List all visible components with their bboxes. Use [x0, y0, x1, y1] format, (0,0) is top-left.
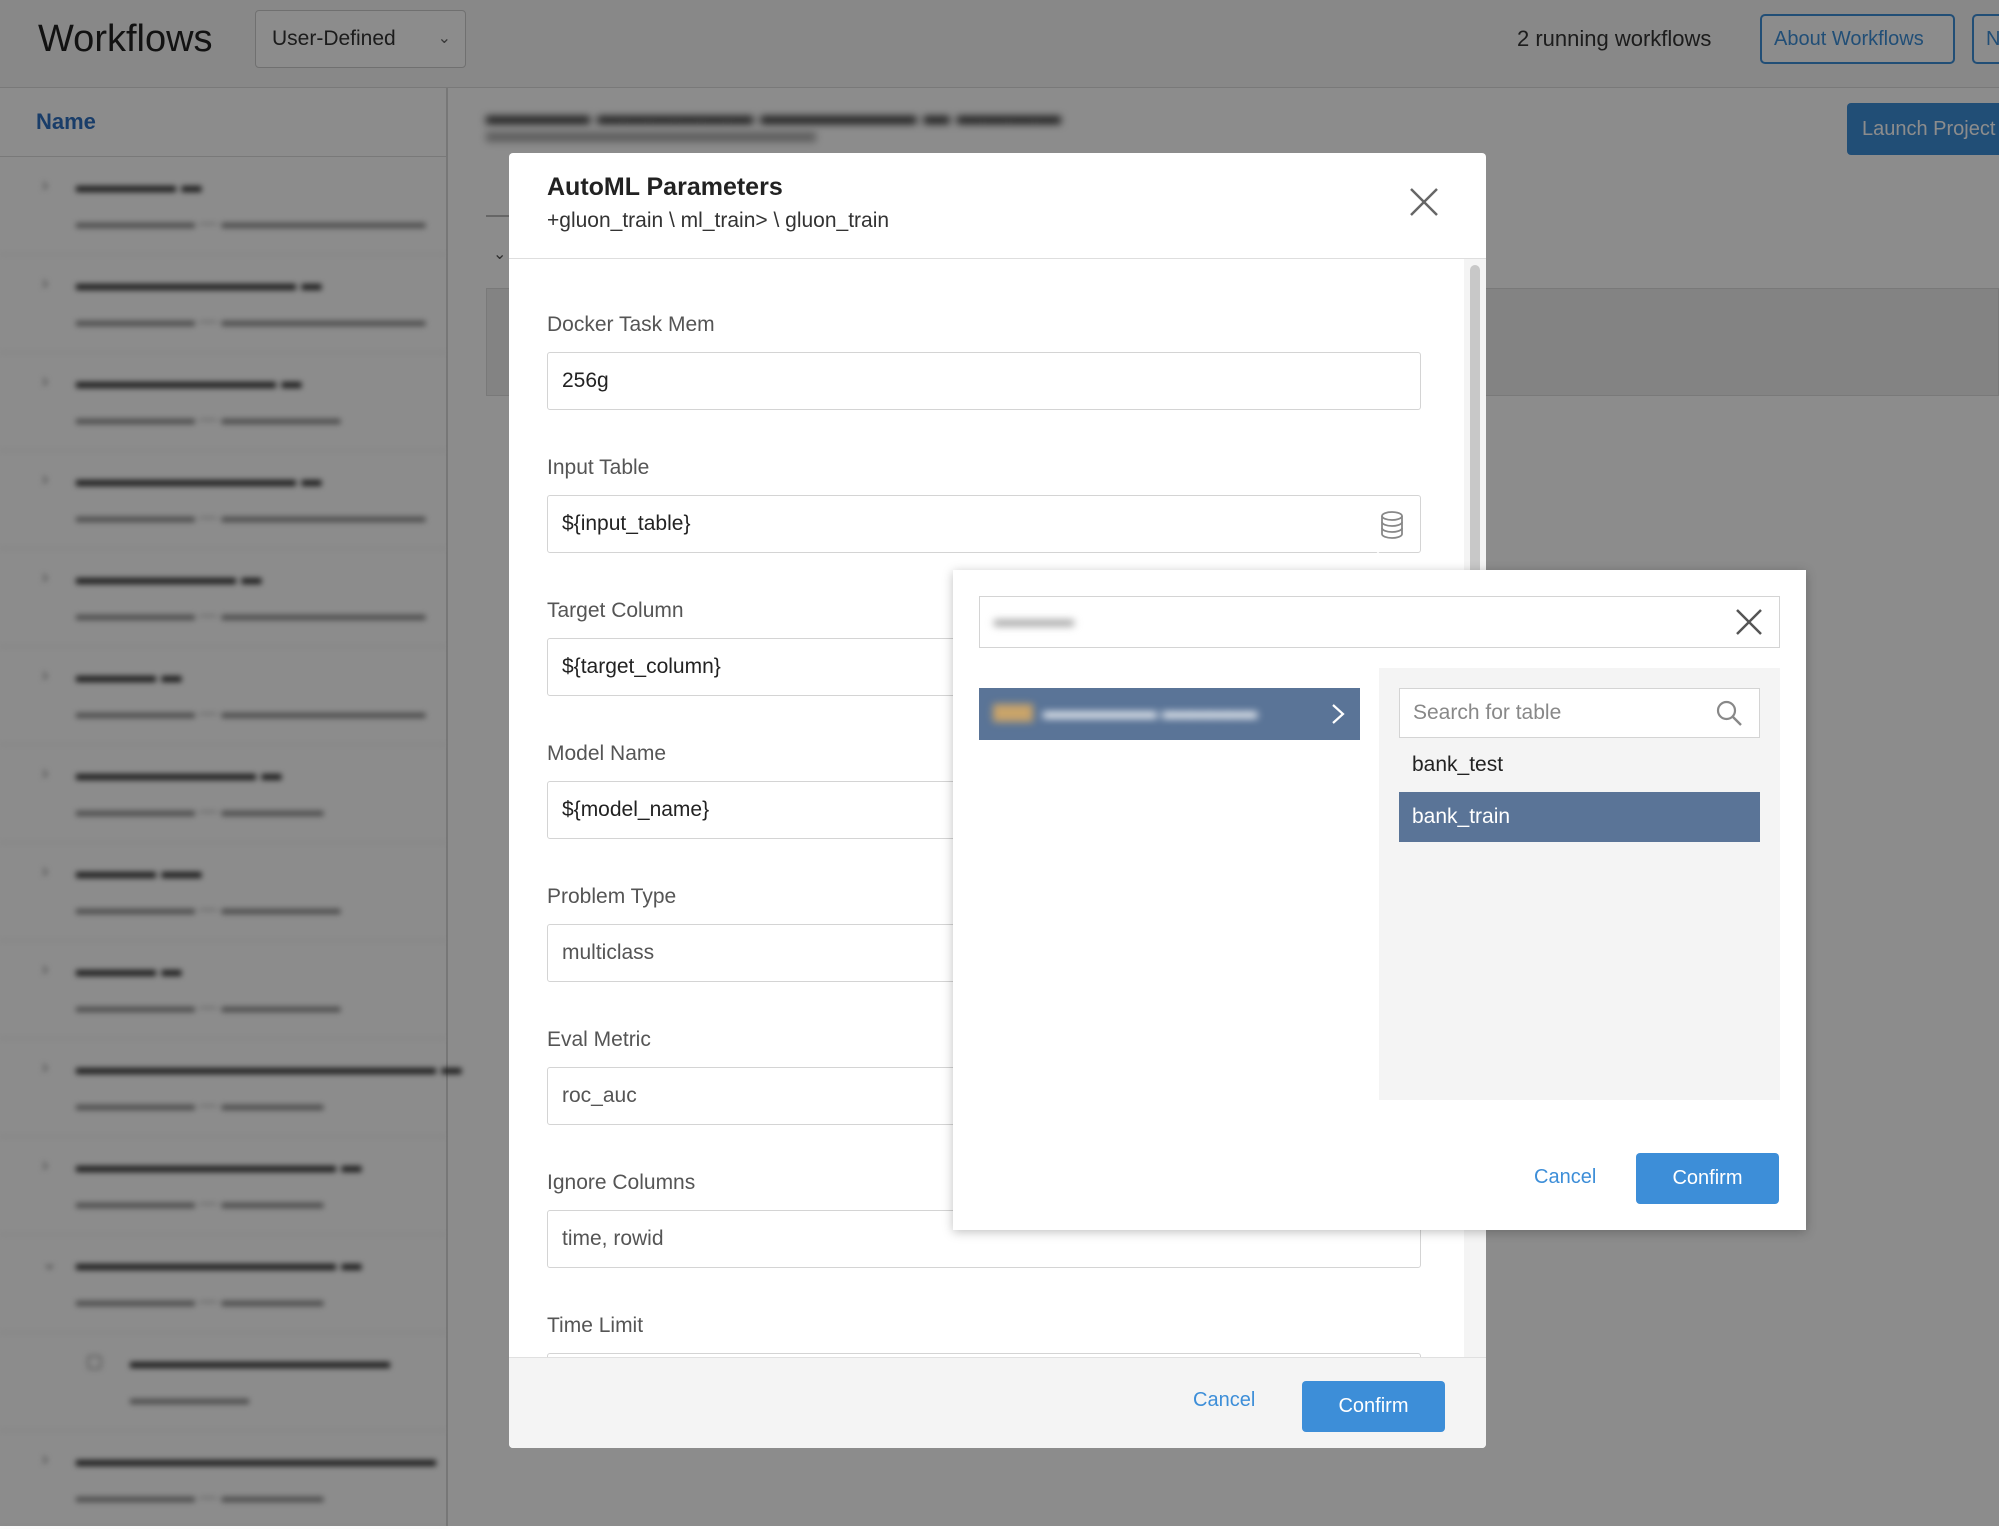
eval-metric-label: Eval Metric: [547, 1028, 651, 1051]
input-table-input[interactable]: ${input_table}: [547, 495, 1421, 553]
close-icon[interactable]: [1407, 185, 1441, 219]
table-picker-popover: ▬▬▬▬ ▬▬▬▬▬▬ ▬▬▬▬▬ Search for table bank_…: [953, 570, 1806, 1230]
modal-header: AutoML Parameters +gluon_train \ ml_trai…: [509, 153, 1486, 259]
picker-cancel-button[interactable]: Cancel: [1534, 1166, 1596, 1189]
table-list-item-selected[interactable]: bank_train: [1399, 792, 1760, 842]
modal-footer: Cancel Confirm: [509, 1357, 1486, 1448]
database-name: ▬▬▬▬▬▬ ▬▬▬▬▬: [993, 702, 1257, 724]
modal-scrollbar-thumb[interactable]: [1470, 265, 1480, 575]
ignore-columns-label: Ignore Columns: [547, 1171, 696, 1194]
modal-breadcrumb: +gluon_train \ ml_train> \ gluon_train: [547, 209, 890, 232]
problem-type-label: Problem Type: [547, 885, 677, 908]
input-table-label: Input Table: [547, 456, 650, 479]
docker-task-mem-input[interactable]: 256g: [547, 352, 1421, 410]
chevron-right-icon: [1332, 704, 1345, 724]
tables-panel: Search for table bank_test bank_train: [1379, 668, 1780, 1100]
modal-title: AutoML Parameters: [547, 173, 783, 201]
modal-confirm-button[interactable]: Confirm: [1302, 1381, 1445, 1432]
docker-task-mem-label: Docker Task Mem: [547, 313, 715, 336]
table-list-item[interactable]: bank_test: [1399, 740, 1760, 790]
input-table-value: ${input_table}: [562, 512, 691, 535]
database-icon[interactable]: [1380, 511, 1404, 539]
modal-cancel-button[interactable]: Cancel: [1193, 1389, 1255, 1412]
search-icon[interactable]: [1715, 699, 1743, 727]
database-list-item[interactable]: ▬▬▬▬▬▬ ▬▬▬▬▬: [979, 688, 1360, 740]
target-column-label: Target Column: [547, 599, 684, 622]
database-search-input[interactable]: ▬▬▬▬: [979, 596, 1780, 648]
database-search-value: ▬▬▬▬: [994, 609, 1074, 631]
table-search-input[interactable]: Search for table: [1399, 688, 1760, 738]
table-search-placeholder: Search for table: [1413, 701, 1562, 724]
time-limit-label: Time Limit: [547, 1314, 644, 1337]
picker-confirm-button[interactable]: Confirm: [1636, 1153, 1779, 1204]
model-name-label: Model Name: [547, 742, 667, 765]
close-icon[interactable]: [1734, 607, 1764, 637]
